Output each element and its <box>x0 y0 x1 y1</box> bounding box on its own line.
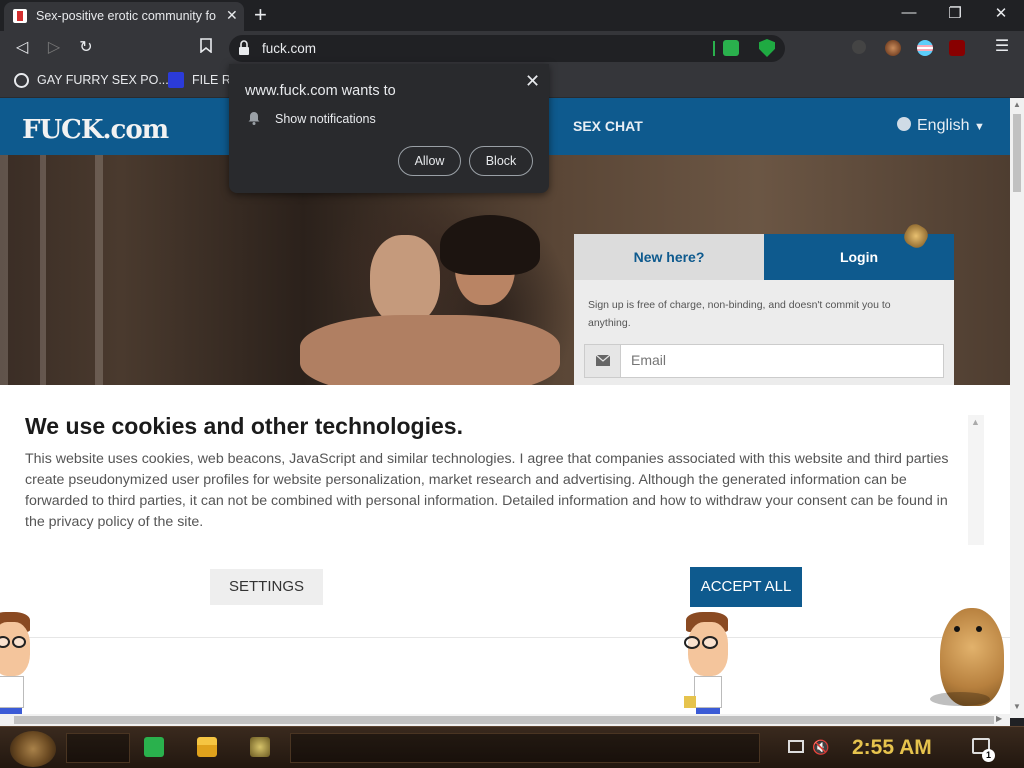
logo-suffix: .com <box>102 115 169 145</box>
forward-icon[interactable]: ▷ <box>42 37 66 57</box>
tab-new-here[interactable]: New here? <box>574 234 764 280</box>
minimize-icon[interactable]: — <box>894 4 924 21</box>
new-tab-plus-icon[interactable]: + <box>254 2 267 28</box>
bookmark-1[interactable]: GAY FURRY SEX PO... <box>37 73 169 87</box>
extension-puzzle-icon[interactable] <box>852 40 866 54</box>
envelope-icon <box>585 345 621 377</box>
popup-close-icon[interactable]: ✕ <box>525 71 540 92</box>
signup-card: New here? Login Sign up is free of charg… <box>574 234 954 385</box>
toon-shirt <box>0 676 24 708</box>
globe-icon <box>897 117 911 131</box>
shield-extension-icon[interactable] <box>759 39 775 57</box>
hamster-shadow <box>930 692 990 706</box>
toon-glasses <box>702 636 718 649</box>
file-bookmark-icon <box>168 72 184 88</box>
permission-label: Show notifications <box>275 112 376 126</box>
hamster-body <box>940 608 1004 706</box>
tab-title: Sex-positive erotic community for <box>36 9 216 23</box>
restore-window-icon[interactable]: ❐ <box>940 4 970 22</box>
browser-tab[interactable]: Sex-positive erotic community for ✕ <box>4 2 244 31</box>
hamster-eye <box>954 626 960 632</box>
menu-hamburger-icon[interactable]: ☰ <box>990 36 1014 56</box>
toon-face <box>0 622 30 676</box>
bookmark-star-icon[interactable] <box>194 37 218 58</box>
cartoon-man-left <box>0 612 40 726</box>
network-icon[interactable] <box>788 740 804 753</box>
globe-bookmark-icon <box>14 73 29 88</box>
lock-icon[interactable] <box>238 40 250 56</box>
settings-button[interactable]: SETTINGS <box>210 569 323 605</box>
omnibox-separator <box>713 41 715 56</box>
page-vertical-scrollbar[interactable]: ▲ ▼ <box>1010 98 1024 718</box>
flag-extension-icon[interactable] <box>917 40 933 56</box>
notes-app-icon[interactable] <box>144 737 164 757</box>
email-input[interactable] <box>631 352 931 368</box>
address-bar[interactable]: fuck.com <box>229 35 785 62</box>
cookie-scrollbar[interactable]: ▲ <box>968 415 984 545</box>
scroll-thumb[interactable] <box>14 716 994 724</box>
block-button[interactable]: Block <box>469 146 533 176</box>
start-button[interactable] <box>10 731 56 767</box>
cookie-title: We use cookies and other technologies. <box>25 413 463 439</box>
close-window-icon[interactable]: ✕ <box>986 4 1016 22</box>
game-app-icon[interactable] <box>250 737 270 757</box>
tab-close-icon[interactable]: ✕ <box>226 7 238 24</box>
clock[interactable]: 2:55 AM <box>852 736 932 760</box>
cookie-divider <box>0 637 1010 638</box>
chevron-down-icon: ▼ <box>973 121 985 133</box>
cookie-banner: We use cookies and other technologies. T… <box>0 385 1010 715</box>
shoulders <box>300 315 560 385</box>
nav-sex-chat[interactable]: SEX CHAT <box>573 118 643 134</box>
scroll-right-icon[interactable]: ▶ <box>996 714 1002 723</box>
email-field[interactable] <box>584 344 944 378</box>
browser-tabstrip: Sex-positive erotic community for ✕ + — … <box>0 0 1024 31</box>
scroll-up-icon[interactable]: ▲ <box>1013 100 1021 109</box>
taskbar: 🔇 2:55 AM 1 <box>0 726 1024 768</box>
accept-all-button[interactable]: ACCEPT ALL <box>690 567 802 607</box>
volume-muted-icon[interactable]: 🔇 <box>812 739 829 756</box>
scroll-down-icon[interactable]: ▼ <box>1013 702 1021 711</box>
toon-face <box>688 622 728 676</box>
taskbar-slot[interactable] <box>66 733 130 763</box>
profile-avatar-icon[interactable] <box>885 40 901 56</box>
notification-permission-popup: www.fuck.com wants to ✕ Show notificatio… <box>229 64 549 193</box>
taskbar-window-area[interactable] <box>290 733 760 763</box>
language-selector[interactable]: English ▼ <box>897 117 985 135</box>
man-face <box>370 235 440 325</box>
language-label: English <box>917 117 970 134</box>
site-logo[interactable]: FUCK.com <box>22 108 169 146</box>
window-frame <box>95 155 103 385</box>
scroll-up-icon[interactable]: ▲ <box>971 417 980 427</box>
page-horizontal-scrollbar[interactable]: ▶ <box>0 714 1010 726</box>
cartoon-man-center <box>678 612 738 726</box>
toon-glasses <box>12 636 26 648</box>
hamster-eye <box>976 626 982 632</box>
bell-icon <box>248 112 260 125</box>
toon-shirt <box>694 676 722 708</box>
site-favicon-icon <box>13 9 27 23</box>
ublock-icon[interactable] <box>949 40 965 56</box>
cookie-body: This website uses cookies, web beacons, … <box>25 451 949 530</box>
file-explorer-icon[interactable] <box>197 737 217 757</box>
browser-toolbar: ◁ ▷ ↻ fuck.com ☰ <box>0 31 1024 64</box>
toon-glasses <box>684 636 700 649</box>
signup-note: Sign up is free of charge, non-binding, … <box>588 299 891 329</box>
back-icon[interactable]: ◁ <box>10 37 34 57</box>
woman-hair <box>440 215 540 275</box>
toon-item <box>684 696 696 708</box>
notification-count-badge: 1 <box>982 749 995 762</box>
window-frame <box>0 155 8 385</box>
scroll-thumb[interactable] <box>1013 114 1021 192</box>
popup-title: www.fuck.com wants to <box>245 83 396 99</box>
allow-button[interactable]: Allow <box>398 146 461 176</box>
cartoon-hamster <box>930 604 1010 710</box>
url-text[interactable]: fuck.com <box>262 41 316 56</box>
notes-extension-icon[interactable] <box>723 40 739 56</box>
window-frame <box>40 155 46 385</box>
reload-icon[interactable]: ↻ <box>74 37 98 57</box>
